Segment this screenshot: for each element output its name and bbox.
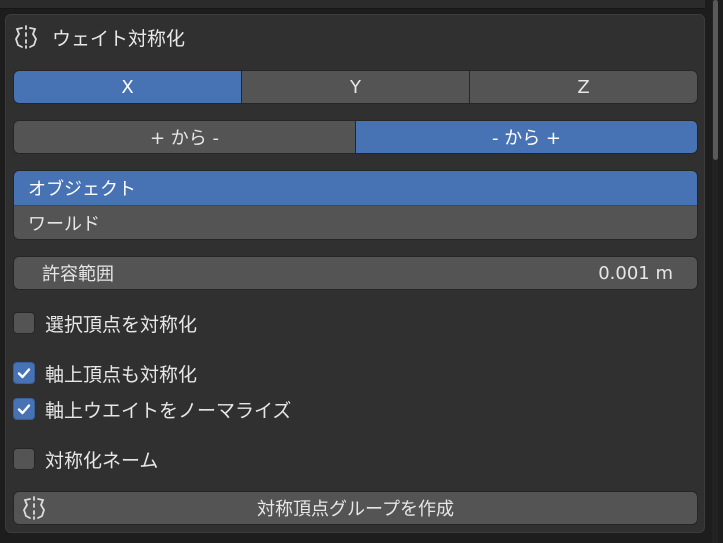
checkbox-unchecked[interactable] [13,448,35,470]
axis-selector: X Y Z [13,70,698,104]
checkbox-label: 選択頂点を対称化 [45,313,198,336]
axis-x-button[interactable]: X [13,70,242,104]
checkbox-checked[interactable] [13,362,35,384]
checkbox-unchecked[interactable] [13,312,35,334]
direction-plus-to-minus-button[interactable]: + から - [13,120,356,154]
symmetry-icon [15,25,37,49]
checkmark-icon [17,368,31,379]
tolerance-label: 許容範囲 [42,264,114,285]
axis-y-button[interactable]: Y [241,70,470,104]
axis-z-button[interactable]: Z [469,70,698,104]
normalize-on-axis-checkbox[interactable]: 軸上ウエイトをノーマライズ [13,396,291,422]
create-button-label: 対称頂点グループを作成 [257,499,454,520]
checkmark-icon [17,404,31,415]
create-symmetric-groups-button[interactable]: 対称頂点グループを作成 [13,491,698,525]
space-world-item[interactable]: ワールド [14,206,697,239]
symmetrize-on-axis-checkbox[interactable]: 軸上頂点も対称化 [13,360,197,386]
tolerance-value: 0.001 m [598,262,673,284]
direction-selector: + から - - から + [13,120,698,154]
symmetrize-selected-checkbox[interactable]: 選択頂点を対称化 [13,310,197,336]
panel-header: ウェイト対称化 [12,22,185,52]
tolerance-field[interactable]: 許容範囲 0.001 m [13,256,698,290]
checkbox-label: 対称化ネーム [45,449,159,472]
direction-minus-to-plus-button[interactable]: - から + [355,120,698,154]
panel-title: ウェイト対称化 [52,27,186,50]
symmetry-icon [23,496,45,520]
space-object-item[interactable]: オブジェクト [14,171,697,206]
checkbox-label: 軸上ウエイトをノーマライズ [45,399,292,422]
scrollbar-thumb[interactable] [713,0,718,160]
checkbox-label: 軸上頂点も対称化 [45,363,198,386]
symmetrize-names-checkbox[interactable]: 対称化ネーム [13,446,158,472]
space-selector: オブジェクト ワールド [13,170,698,240]
checkbox-checked[interactable] [13,398,35,420]
previous-panel-edge [0,0,705,9]
